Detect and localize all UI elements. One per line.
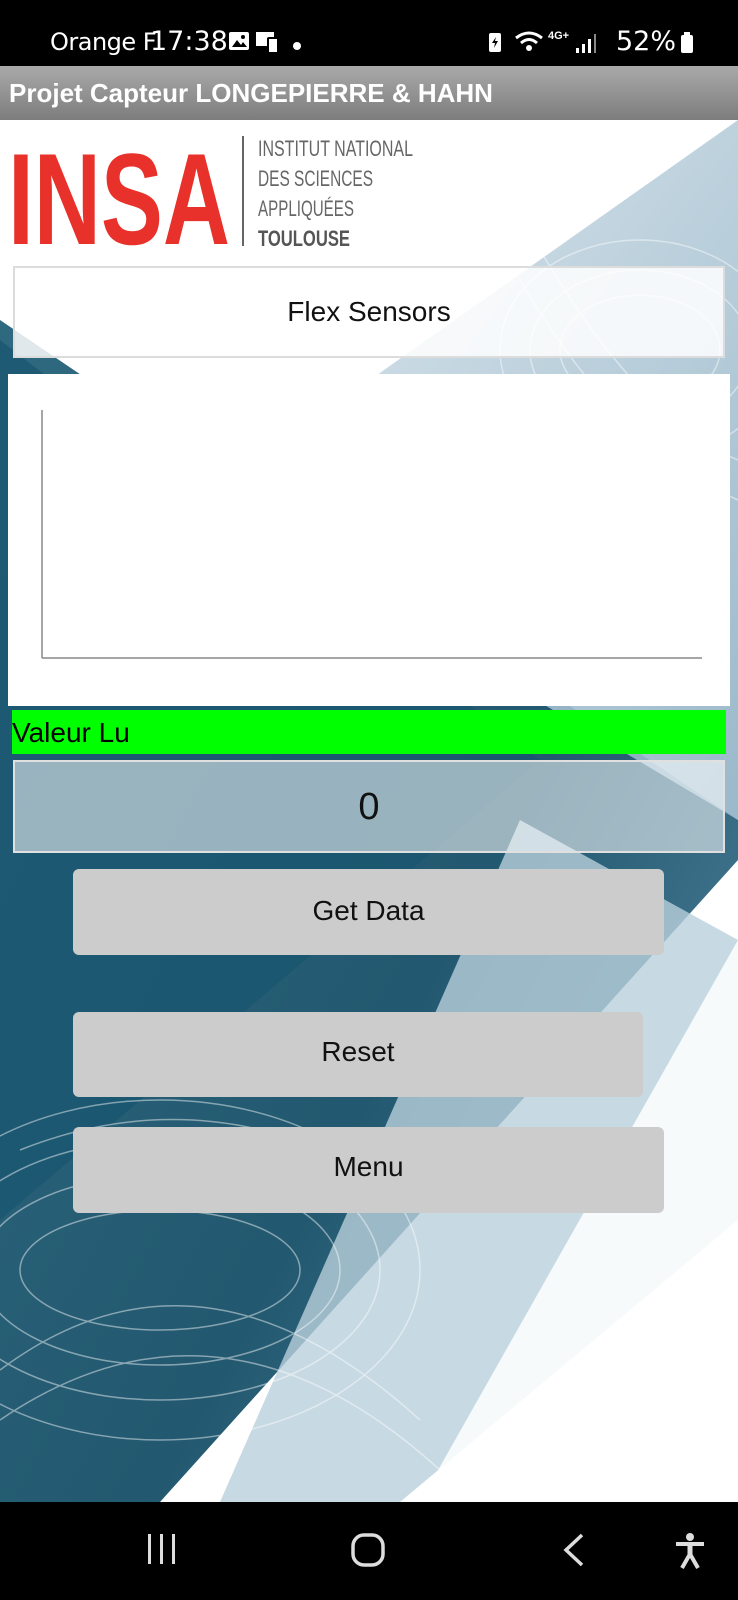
graph-canvas — [41, 410, 702, 659]
reset-button[interactable]: Reset — [73, 1012, 643, 1097]
accessibility-icon[interactable] — [674, 1532, 706, 1575]
gallery-icon — [228, 30, 250, 57]
insa-logo: INSA INSTITUT NATIONAL DES SCIENCES APPL… — [8, 134, 413, 252]
battery-icon — [680, 32, 694, 59]
menu-button[interactable]: Menu — [73, 1127, 664, 1213]
svg-text:APPLIQUÉES: APPLIQUÉES — [258, 196, 354, 221]
app-title: Projet Capteur LONGEPIERRE & HAHN — [9, 78, 493, 108]
system-nav-bar — [0, 1502, 738, 1600]
wifi-icon — [514, 30, 544, 59]
signal-icon — [575, 32, 597, 59]
back-icon[interactable] — [562, 1532, 586, 1573]
recent-apps-icon[interactable] — [146, 1532, 178, 1571]
app-title-bar: Projet Capteur LONGEPIERRE & HAHN — [0, 66, 738, 120]
reading-label: Valeur Lu — [12, 710, 726, 754]
network-type-icon: 4G+ — [548, 30, 570, 42]
svg-text:DES SCIENCES: DES SCIENCES — [258, 166, 373, 191]
insa-wordmark: INSA — [8, 134, 230, 252]
status-bar: Orange F 17:38 4G+ 52% — [0, 0, 738, 66]
clock: 17:38 — [150, 26, 228, 57]
screen-mirror-icon — [255, 30, 281, 59]
svg-text:TOULOUSE: TOULOUSE — [258, 226, 350, 251]
svg-text:INSTITUT NATIONAL: INSTITUT NATIONAL — [258, 136, 413, 161]
sensor-graph — [8, 374, 730, 706]
battery-percent: 52% — [616, 26, 677, 57]
get-data-button[interactable]: Get Data — [73, 869, 664, 955]
home-icon[interactable] — [350, 1532, 386, 1573]
app-screen: INSA INSTITUT NATIONAL DES SCIENCES APPL… — [0, 120, 738, 1502]
notification-dot-icon — [292, 38, 302, 56]
sensor-title: Flex Sensors — [13, 266, 725, 358]
reading-value: 0 — [13, 760, 725, 853]
carrier-label: Orange F — [50, 28, 157, 56]
battery-saver-icon — [486, 30, 504, 59]
